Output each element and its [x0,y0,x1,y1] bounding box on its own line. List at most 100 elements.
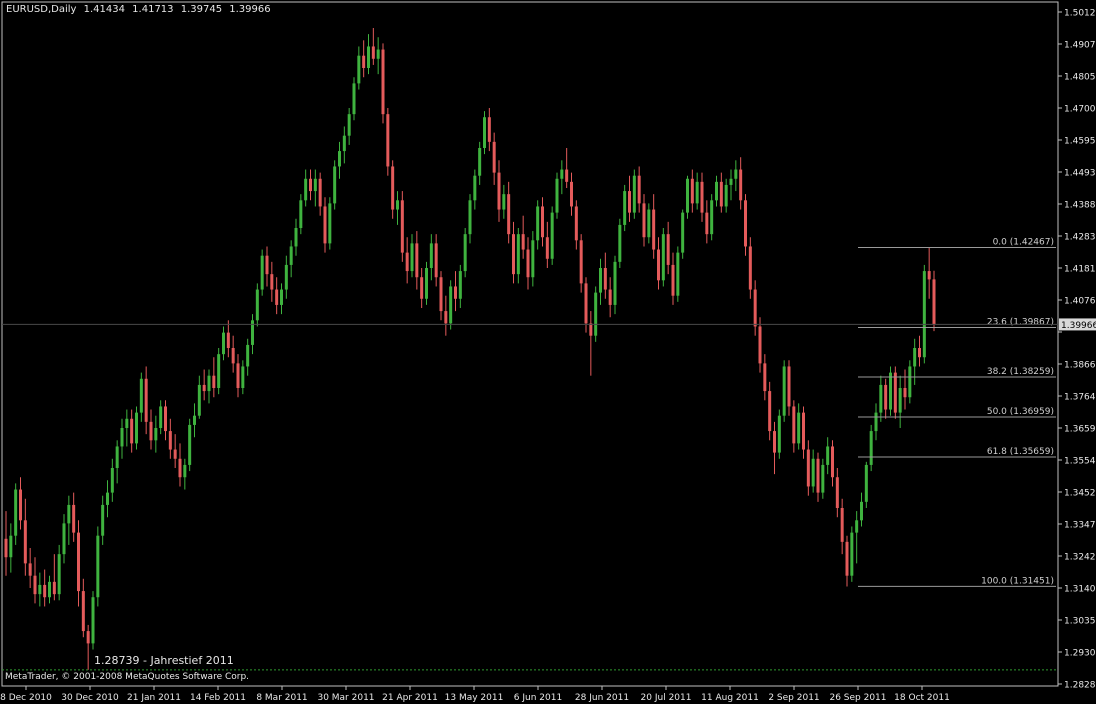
fib-level-label: 61.8 (1.35659) [987,447,1054,457]
candle-body [193,415,196,425]
candle-body [260,255,264,290]
candle-body [72,504,76,533]
candle-body [497,172,501,210]
x-axis-label: 13 May 2011 [445,693,504,703]
candle-body [526,249,530,278]
candle-body [671,264,675,296]
candle-body [608,289,612,305]
candle-body [115,446,119,468]
candle-body [197,384,201,416]
y-axis-label: 1.50120 [1064,9,1096,19]
candle-body [231,348,235,364]
open-value: 1.41434 [83,4,125,15]
candle-body [313,178,317,192]
candle-body [139,378,143,413]
candle-body [647,209,651,238]
candle-body [246,344,250,367]
candle-body [536,206,540,241]
candle-body [86,631,90,644]
candle-body [898,388,902,413]
candle-body [144,378,148,422]
copyright-footer: MetaTrader, © 2001-2008 MetaQuotes Softw… [5,672,250,682]
candle-body [14,489,18,536]
candle-body [52,581,56,595]
candle-body [918,348,921,358]
candle-body [710,200,714,235]
candle-body [826,446,830,465]
candle-body [695,181,699,204]
candle-body [67,504,71,524]
candle-body [492,141,496,173]
y-axis-label: 1.47000 [1064,105,1096,115]
x-axis-label: 6 Jun 2011 [514,693,562,703]
candle-body [579,240,583,284]
candle-body [922,271,926,358]
x-axis-label: 8 Mar 2011 [256,693,307,703]
candle-body [28,563,32,576]
candle-body [487,117,491,142]
candle-body [550,212,554,259]
candle-body [130,418,134,444]
candle-body [212,375,216,388]
low-value: 1.39745 [180,4,223,15]
candle-body [454,286,457,299]
candle-body [77,532,80,592]
candle-body [613,261,617,305]
candle-body [106,492,109,505]
x-axis-label: 18 Oct 2011 [894,693,950,703]
candle-body [318,178,322,207]
candle-body [574,206,578,241]
candle-body [338,151,341,167]
candlestick-chart[interactable]: 0.0 (1.42467) 23.6 (1.39867) 38.2 (1.38259… [0,0,1096,704]
candle-body [768,391,772,432]
candle-body [236,363,240,388]
candle-body [270,274,274,290]
candle-body [874,412,878,432]
candle-body [396,200,399,210]
candle-body [700,181,704,213]
candle-body [657,249,660,281]
candle-body [787,366,791,407]
candle-body [222,332,225,355]
candle-body [415,243,419,278]
candle-body [782,366,786,416]
candle-body [473,175,477,201]
candle-body [226,332,230,348]
candle-body [821,464,825,493]
candle-body [570,181,573,207]
candle-body [478,148,482,176]
close-value: 1.39966 [229,4,271,15]
candle-body [323,206,327,244]
candle-body [255,289,259,321]
y-axis-label: 1.37640 [1064,393,1096,403]
candle-body [371,46,375,59]
candle-body [381,49,385,115]
candle-body [845,541,849,576]
candle-body [889,372,892,410]
candle-body [705,212,709,235]
candle-body [724,184,728,207]
candle-body [599,268,602,293]
candle-body [173,449,177,459]
candle-body [23,520,27,564]
candle-body [96,535,100,598]
candle-body [183,464,187,478]
y-axis-label: 1.35540 [1064,457,1096,467]
candle-body [541,206,544,238]
candle-body [304,178,308,201]
current-price-label: 1.39966 [1061,321,1096,331]
candle-body [463,234,467,272]
candle-body [840,508,844,542]
candle-body [449,286,453,324]
candle-body [425,268,428,299]
candle-body [367,46,370,68]
candle-body [400,200,404,253]
x-axis-label: 20 Jul 2011 [641,693,692,703]
candle-body [864,464,868,502]
candle-body [623,191,627,225]
candle-body [512,234,515,275]
y-axis-label: 1.38660 [1064,361,1096,371]
candle-body [642,203,646,238]
candle-body [439,277,443,312]
candle-body [125,418,129,428]
